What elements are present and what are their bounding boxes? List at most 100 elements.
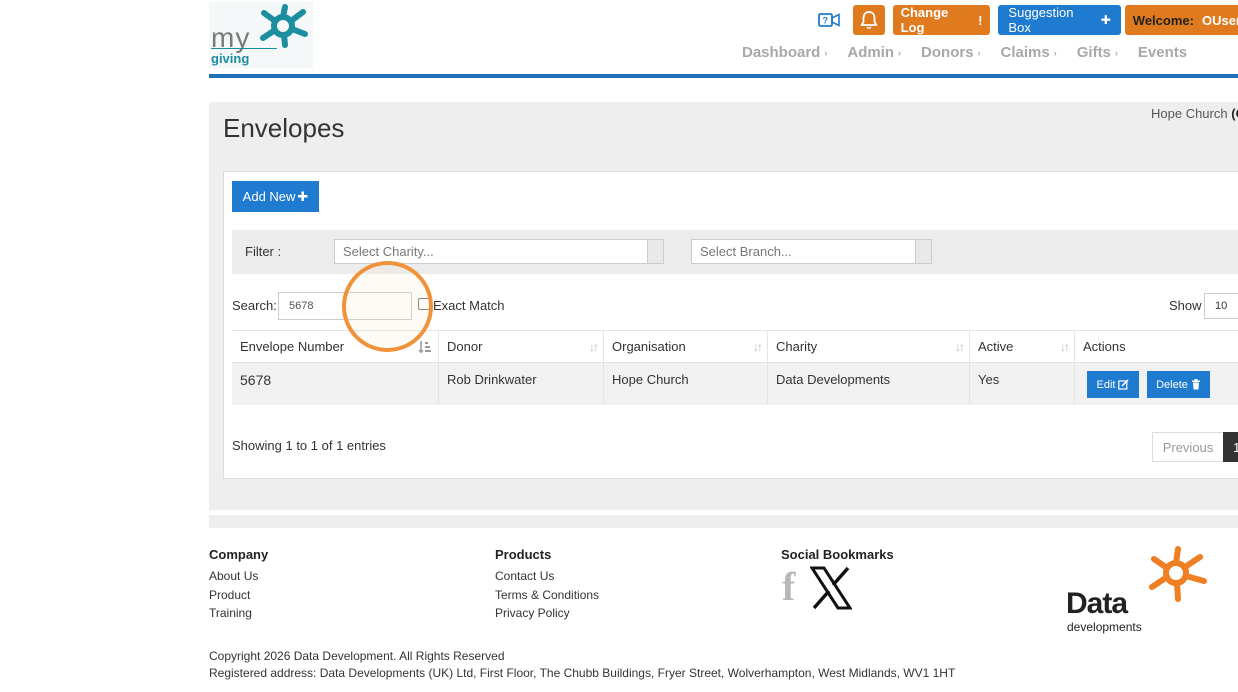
church-context: Hope Church (C [1151, 106, 1238, 121]
col-envelope-number[interactable]: Envelope Number [232, 331, 439, 362]
chevron-right-icon: › [824, 47, 828, 58]
church-suffix: (C [1231, 106, 1238, 121]
nav-dashboard[interactable]: Dashboard › [742, 44, 827, 61]
header-actions: ? Change Log ! Suggestion Box ✚ Welcome:… [816, 5, 1238, 35]
nav-claims-label: Claims [1000, 44, 1050, 61]
cell-donor: Rob Drinkwater [439, 363, 604, 405]
edit-icon [1118, 379, 1130, 390]
footer-social: Social Bookmarks [781, 547, 894, 567]
svg-text:?: ? [822, 16, 828, 26]
footer-link-terms[interactable]: Terms & Conditions [495, 586, 599, 605]
search-label: Search: [232, 298, 277, 313]
user-menu-button[interactable]: Welcome: OUser [1124, 5, 1238, 35]
footer-divider [209, 515, 1238, 528]
charity-select[interactable]: Select Charity... [334, 239, 664, 264]
col-organisation[interactable]: Organisation ↓↑ [604, 331, 768, 362]
logo-my-text: my [211, 22, 251, 53]
edit-button[interactable]: Edit [1087, 371, 1139, 398]
search-input-value: 5678 [289, 300, 314, 312]
nav-admin[interactable]: Admin › [847, 44, 901, 61]
cell-envelope-number: 5678 [232, 363, 439, 405]
mygiving-logo[interactable]: my giving [209, 2, 313, 68]
show-entries-select[interactable]: 10 [1204, 293, 1238, 319]
cell-organisation: Hope Church [604, 363, 768, 405]
facebook-icon[interactable]: f [782, 567, 795, 607]
entries-info: Showing 1 to 1 of 1 entries [232, 438, 386, 453]
nav-claims[interactable]: Claims › [1001, 44, 1057, 61]
change-log-mark: ! [978, 12, 983, 28]
footer-link-product[interactable]: Product [209, 586, 268, 605]
previous-page-button[interactable]: Previous [1152, 432, 1224, 462]
user-name: OUser [1201, 12, 1238, 28]
show-entries-label: Show [1169, 298, 1202, 313]
sort-icon: ↓↑ [955, 340, 965, 354]
nav-donors-label: Donors [921, 44, 974, 61]
data-developments-logo[interactable]: Data developments [1066, 545, 1216, 637]
logo-underline [211, 48, 277, 49]
change-log-label: Change Log [900, 5, 949, 35]
cell-active: Yes [970, 363, 1075, 405]
footer-products-title: Products [495, 547, 552, 562]
footer-products: Products Contact Us Terms & Conditions P… [495, 547, 599, 623]
delete-button[interactable]: Delete [1147, 371, 1210, 398]
dd-logo-sub: developments [1067, 620, 1142, 634]
dropdown-arrow-icon[interactable] [915, 240, 931, 263]
col-charity-label: Charity [776, 339, 818, 354]
branch-select[interactable]: Select Branch... [691, 239, 932, 264]
footer-link-training[interactable]: Training [209, 604, 268, 623]
chevron-right-icon: › [1053, 47, 1057, 58]
add-new-label: Add New [242, 189, 296, 204]
plus-icon: ✚ [1100, 13, 1111, 27]
exact-match-checkbox[interactable] [418, 298, 430, 310]
col-actions: Actions [1075, 331, 1238, 362]
col-active-label: Active [978, 339, 1014, 354]
chevron-right-icon: › [898, 47, 902, 58]
exact-match-label[interactable]: Exact Match [433, 298, 505, 313]
trash-icon [1191, 379, 1200, 390]
dd-logo-star-icon [1149, 546, 1207, 602]
envelopes-panel [223, 171, 1238, 479]
col-donor[interactable]: Donor ↓↑ [439, 331, 604, 362]
nav-admin-label: Admin [847, 44, 895, 61]
table-header: Envelope Number Donor ↓↑ Organisation ↓↑… [232, 330, 1238, 363]
copyright: Copyright 2026 Data Development. All Rig… [209, 649, 505, 663]
nav-events[interactable]: Events [1138, 44, 1187, 61]
col-actions-label: Actions [1083, 339, 1126, 354]
dropdown-arrow-icon[interactable] [647, 240, 663, 263]
footer-link-about-us[interactable]: About Us [209, 567, 268, 586]
dd-logo-word: Data [1066, 587, 1128, 620]
search-input[interactable]: 5678 [278, 292, 412, 320]
col-charity[interactable]: Charity ↓↑ [768, 331, 970, 362]
branch-select-placeholder: Select Branch... [700, 244, 792, 259]
plus-icon: ✚ [297, 188, 309, 204]
delete-label: Delete [1156, 378, 1188, 391]
registered-address: Registered address: Data Developments (U… [209, 666, 956, 680]
col-donor-label: Donor [447, 339, 483, 354]
page-title: Envelopes [223, 113, 345, 143]
add-new-button[interactable]: Add New ✚ [232, 181, 319, 212]
charity-select-placeholder: Select Charity... [343, 244, 434, 259]
nav-donors[interactable]: Donors › [921, 44, 981, 61]
nav-dashboard-label: Dashboard [742, 44, 821, 61]
nav-gifts[interactable]: Gifts › [1077, 44, 1118, 61]
x-twitter-icon[interactable] [810, 566, 852, 610]
video-help-icon[interactable]: ? [816, 5, 842, 35]
sort-icon: ↓↑ [589, 340, 599, 354]
footer-link-privacy[interactable]: Privacy Policy [495, 604, 599, 623]
footer-social-title: Social Bookmarks [781, 547, 894, 562]
col-envelope-number-label: Envelope Number [240, 339, 345, 354]
suggestion-box-button[interactable]: Suggestion Box ✚ [998, 5, 1121, 35]
header-divider [209, 74, 1238, 78]
sort-asc-icon [418, 341, 431, 354]
notifications-button[interactable] [852, 5, 885, 35]
chevron-right-icon: › [1114, 47, 1118, 58]
change-log-button[interactable]: Change Log ! [892, 5, 991, 35]
col-organisation-label: Organisation [612, 339, 686, 354]
footer-link-contact-us[interactable]: Contact Us [495, 567, 599, 586]
sort-icon: ↓↑ [1060, 340, 1070, 354]
show-entries-value: 10 [1215, 300, 1228, 312]
col-active[interactable]: Active ↓↑ [970, 331, 1075, 362]
page-1-button[interactable]: 1 [1223, 432, 1238, 462]
church-name: Hope Church [1151, 106, 1228, 121]
sort-icon: ↓↑ [753, 340, 763, 354]
